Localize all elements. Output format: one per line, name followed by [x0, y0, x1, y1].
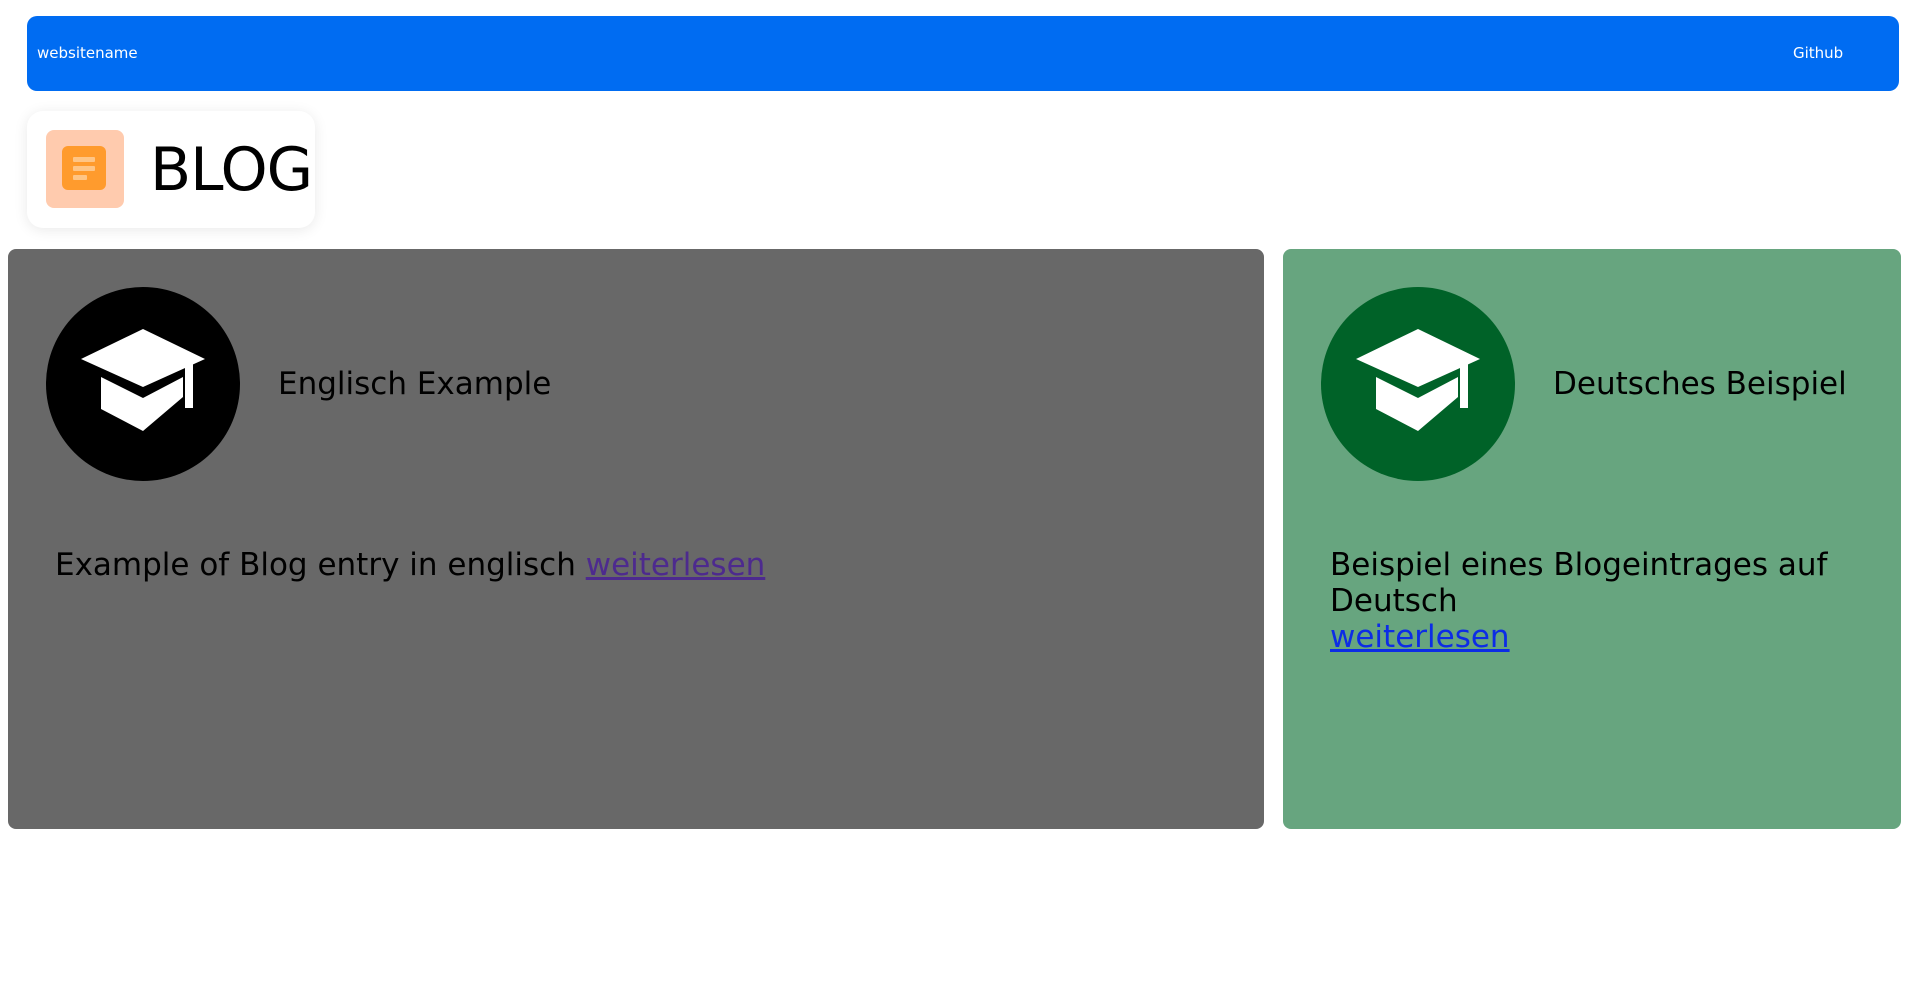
read-more-link[interactable]: weiterlesen: [1330, 619, 1510, 655]
card-title: Deutsches Beispiel: [1553, 366, 1847, 402]
blog-header-chip: BLOG: [27, 111, 315, 228]
github-link[interactable]: Github: [1793, 44, 1843, 62]
graduation-cap-icon: [1356, 329, 1480, 431]
blog-title: BLOG: [150, 135, 313, 205]
graduation-cap-icon: [81, 329, 205, 431]
card-text: Example of Blog entry in englisch weiter…: [55, 547, 765, 583]
card-body: Beispiel eines Blogeintrages auf Deutsch: [1330, 547, 1828, 619]
blog-card-english: Englisch Example Example of Blog entry i…: [8, 249, 1264, 829]
top-navbar: websitename Github: [27, 16, 1899, 91]
card-title: Englisch Example: [278, 366, 552, 402]
card-body: Example of Blog entry in englisch: [55, 547, 576, 583]
brand-link[interactable]: websitename: [37, 44, 138, 62]
read-more-link[interactable]: weiterlesen: [586, 547, 766, 583]
card-avatar: [46, 287, 240, 481]
blog-card-german: Deutsches Beispiel Beispiel eines Blogei…: [1283, 249, 1901, 829]
document-icon: [46, 130, 124, 208]
card-avatar: [1321, 287, 1515, 481]
card-text: Beispiel eines Blogeintrages auf Deutsch…: [1330, 547, 1890, 655]
